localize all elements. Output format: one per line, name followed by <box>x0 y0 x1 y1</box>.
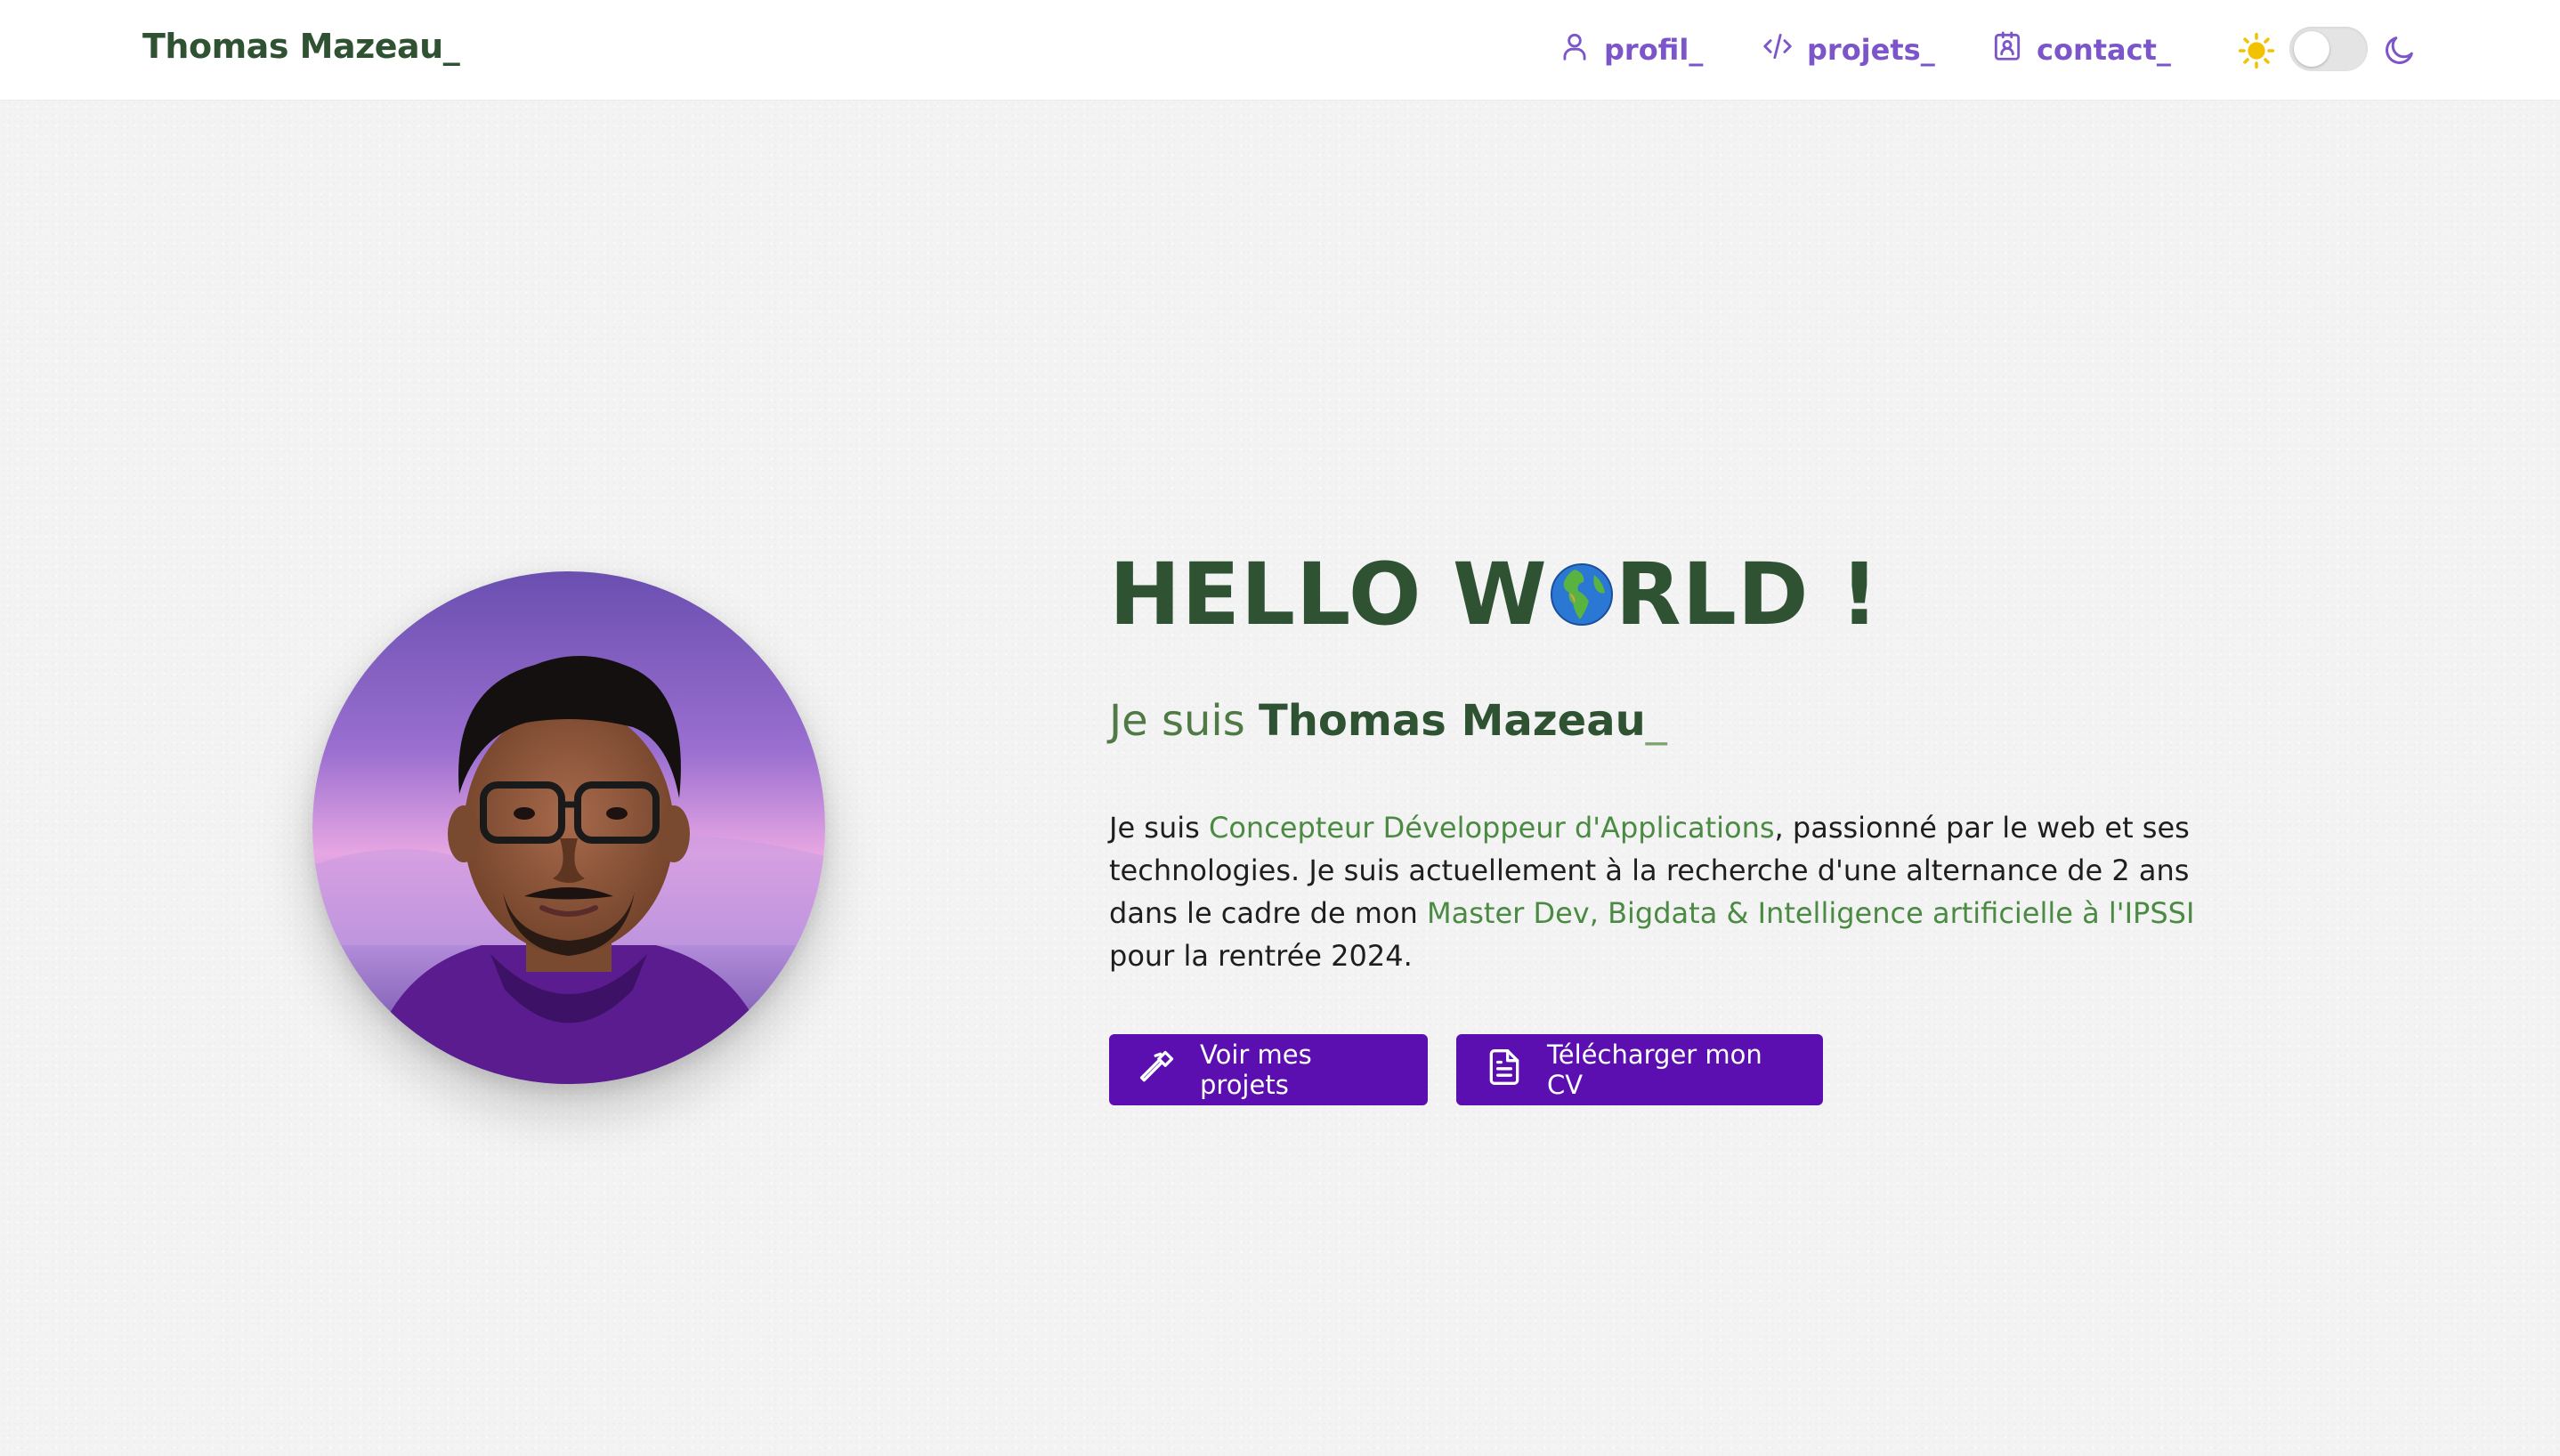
brand-logo[interactable]: Thomas Mazeau_ <box>142 27 460 66</box>
nav-item-projets[interactable]: projets_ <box>1761 23 1935 77</box>
code-icon <box>1761 29 1794 70</box>
hero-title-part-1: HELLO W <box>1109 545 1548 644</box>
view-projects-label: Voir mes projets <box>1200 1039 1312 1100</box>
subtitle-prefix: Je suis <box>1109 696 1259 746</box>
hero-title: HELLO W RLD ! <box>1109 545 1880 644</box>
document-icon <box>1485 1048 1524 1093</box>
nav-item-profil[interactable]: profil_ <box>1558 23 1703 77</box>
profile-avatar <box>312 571 825 1084</box>
theme-toggle[interactable] <box>2289 27 2368 71</box>
nav-label-contact: contact_ <box>2037 33 2171 67</box>
hero-description: Je suis Concepteur Développeur d'Applica… <box>1109 806 2266 977</box>
hammer-icon <box>1138 1048 1177 1093</box>
view-projects-button[interactable]: Voir mes projets <box>1109 1034 1428 1105</box>
desc-text-1: Je suis <box>1109 811 1209 845</box>
sun-icon <box>2238 32 2275 69</box>
user-icon <box>1558 29 1592 70</box>
hero-title-part-2: RLD ! <box>1615 545 1880 644</box>
top-navbar: Thomas Mazeau_ profil_ projets_ contact_ <box>0 0 2560 100</box>
desc-text-3: pour la rentrée 2024. <box>1109 939 1413 973</box>
hero-subtitle: Je suis Thomas Mazeau_ <box>1109 696 1667 746</box>
download-cv-button[interactable]: Télécharger mon CV <box>1456 1034 1823 1105</box>
desc-highlight-role: Concepteur Développeur d'Applications <box>1208 811 1775 845</box>
desc-highlight-master: Master Dev, Bigdata & Intelligence artif… <box>1427 896 2195 930</box>
subtitle-name: Thomas Mazeau <box>1258 696 1646 746</box>
nav-item-contact[interactable]: contact_ <box>1990 23 2171 77</box>
nav-label-projets: projets_ <box>1807 33 1935 67</box>
moon-icon <box>2382 32 2418 68</box>
download-cv-label: Télécharger mon CV <box>1547 1039 1762 1100</box>
globe-icon <box>1550 562 1614 627</box>
theme-toggle-knob <box>2294 31 2329 67</box>
typing-cursor: _ <box>1645 696 1667 746</box>
nav-label-profil: profil_ <box>1604 33 1704 67</box>
contact-card-icon <box>1990 29 2024 70</box>
